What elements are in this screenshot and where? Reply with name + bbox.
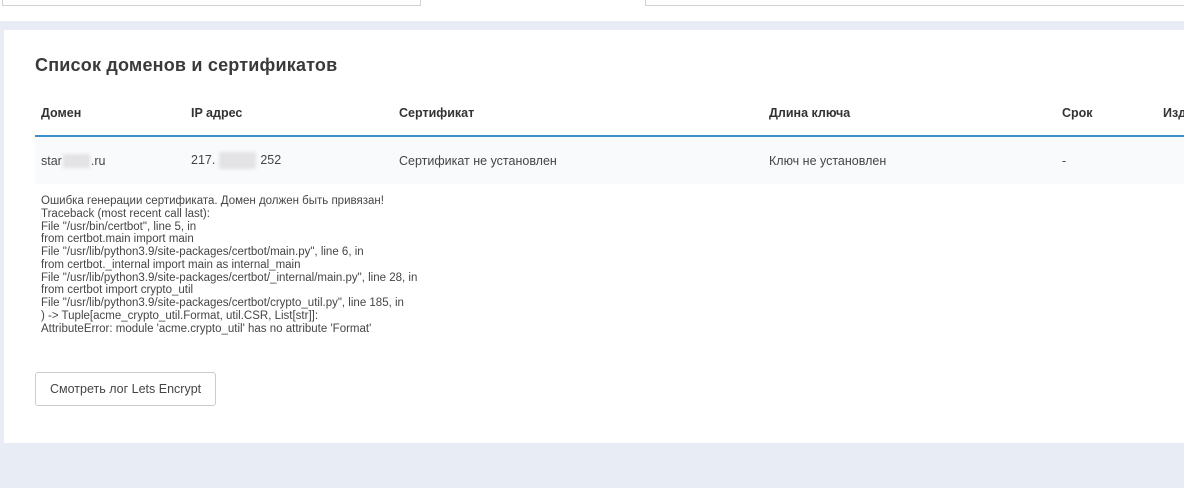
table-header-row: Домен IP адрес Сертификат Длина ключа Ср… <box>35 100 1184 136</box>
column-header-term: Срок <box>1056 100 1157 136</box>
page-title: Список доменов и сертификатов <box>35 55 1184 76</box>
ip-text-prefix: 217. <box>191 153 215 167</box>
cell-domain[interactable]: star .ru <box>35 136 185 184</box>
tab-bar <box>0 0 1184 21</box>
domain-text-suffix: .ru <box>91 154 106 168</box>
table-row[interactable]: star .ru 217. 252 Сертификат не установлен… <box>35 136 1184 184</box>
column-header-certificate: Сертификат <box>393 100 763 136</box>
page: { "colors": { "page_background": "#e8ecf… <box>0 0 1184 488</box>
domain-text-prefix: star <box>41 154 62 168</box>
view-letsencrypt-log-button[interactable]: Смотреть лог Lets Encrypt <box>35 372 216 406</box>
tab-left[interactable] <box>2 0 421 6</box>
cell-key-length: Ключ не установлен <box>763 136 1056 184</box>
domains-card: Список доменов и сертификатов Домен IP а… <box>4 30 1184 443</box>
cell-ip: 217. 252 <box>185 136 393 184</box>
redacted-ip-blur <box>219 152 256 169</box>
tab-right[interactable] <box>645 0 1184 6</box>
tab-active[interactable] <box>421 0 645 7</box>
cell-certificate: Сертификат не установлен <box>393 136 763 184</box>
ip-text-suffix: 252 <box>260 153 281 167</box>
cell-issuer <box>1157 136 1184 184</box>
cell-term: - <box>1056 136 1157 184</box>
column-header-key-length: Длина ключа <box>763 100 1056 136</box>
column-header-ip: IP адрес <box>185 100 393 136</box>
column-header-domain: Домен <box>35 100 185 136</box>
domains-table: Домен IP адрес Сертификат Длина ключа Ср… <box>35 100 1184 184</box>
column-header-issuer: Издатель <box>1157 100 1184 136</box>
redacted-domain-blur <box>63 154 90 168</box>
certificate-error-traceback: Ошибка генерации сертификата. Домен долж… <box>41 195 1184 335</box>
